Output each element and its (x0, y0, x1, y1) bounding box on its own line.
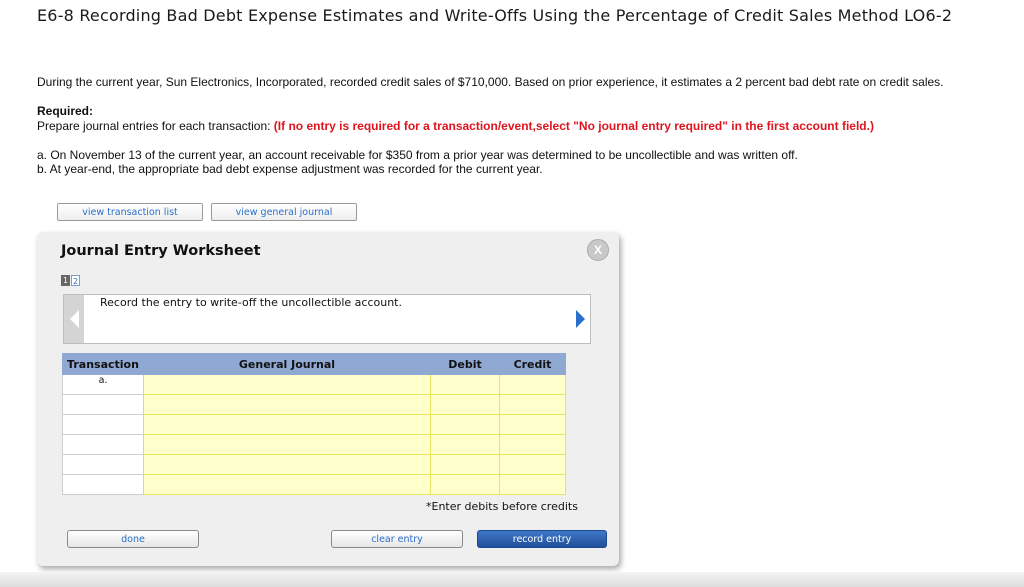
account-field[interactable] (143, 414, 431, 435)
table-row (62, 394, 566, 415)
account-field[interactable] (143, 454, 431, 475)
view-transaction-list-button[interactable]: view transaction list (57, 203, 203, 221)
debit-field[interactable] (430, 374, 500, 395)
column-header-credit: Credit (499, 353, 566, 375)
table-row (62, 454, 566, 475)
instruction-box: Record the entry to write-off the uncoll… (63, 294, 591, 344)
next-arrow-icon[interactable] (570, 295, 590, 343)
required-instructions: Prepare journal entries for each transac… (37, 119, 874, 133)
required-text: Prepare journal entries for each transac… (37, 119, 274, 133)
transaction-cell (62, 434, 144, 455)
required-emphasis: (If no entry is required for a transacti… (273, 119, 874, 133)
worksheet-title: Journal Entry Worksheet (61, 243, 261, 259)
debit-field[interactable] (430, 434, 500, 455)
done-button[interactable]: done (67, 530, 199, 548)
bottom-bar (0, 572, 1024, 587)
account-field[interactable] (143, 434, 431, 455)
debit-field[interactable] (430, 454, 500, 475)
view-general-journal-button[interactable]: view general journal (211, 203, 357, 221)
table-row (62, 434, 566, 455)
credit-field[interactable] (499, 434, 566, 455)
clear-entry-button[interactable]: clear entry (331, 530, 463, 548)
column-header-general-journal: General Journal (143, 353, 431, 375)
record-entry-button[interactable]: record entry (477, 530, 607, 548)
column-header-transaction: Transaction (62, 353, 144, 375)
required-label: Required: (37, 104, 94, 118)
credit-field[interactable] (499, 474, 566, 495)
account-field[interactable] (143, 374, 431, 395)
transaction-cell: a. (62, 374, 144, 395)
transaction-cell (62, 394, 144, 415)
transaction-cell (62, 474, 144, 495)
page-2-button[interactable]: 2 (71, 275, 80, 286)
debit-field[interactable] (430, 414, 500, 435)
account-field[interactable] (143, 394, 431, 415)
page-1-button[interactable]: 1 (61, 275, 70, 286)
close-icon[interactable]: X (587, 239, 609, 261)
page-title: E6-8 Recording Bad Debt Expense Estimate… (37, 6, 953, 25)
journal-table: Transaction General Journal Debit Credit… (62, 353, 566, 495)
page-selector: 1 2 (61, 275, 80, 286)
credit-field[interactable] (499, 394, 566, 415)
table-row (62, 414, 566, 435)
transaction-cell (62, 454, 144, 475)
debit-field[interactable] (430, 394, 500, 415)
transaction-cell (62, 414, 144, 435)
table-row: a. (62, 374, 566, 395)
debit-field[interactable] (430, 474, 500, 495)
table-row (62, 474, 566, 495)
credit-field[interactable] (499, 374, 566, 395)
transaction-item-a: a. On November 13 of the current year, a… (37, 148, 798, 162)
instruction-text: Record the entry to write-off the uncoll… (100, 296, 402, 309)
transaction-item-b: b. At year-end, the appropriate bad debt… (37, 162, 543, 176)
problem-intro: During the current year, Sun Electronics… (37, 75, 944, 89)
credit-field[interactable] (499, 414, 566, 435)
credit-field[interactable] (499, 454, 566, 475)
account-field[interactable] (143, 474, 431, 495)
column-header-debit: Debit (430, 353, 500, 375)
debit-credit-note: *Enter debits before credits (426, 500, 578, 513)
journal-entry-worksheet: Journal Entry Worksheet X 1 2 Record the… (37, 232, 619, 566)
previous-arrow-icon[interactable] (64, 295, 84, 343)
